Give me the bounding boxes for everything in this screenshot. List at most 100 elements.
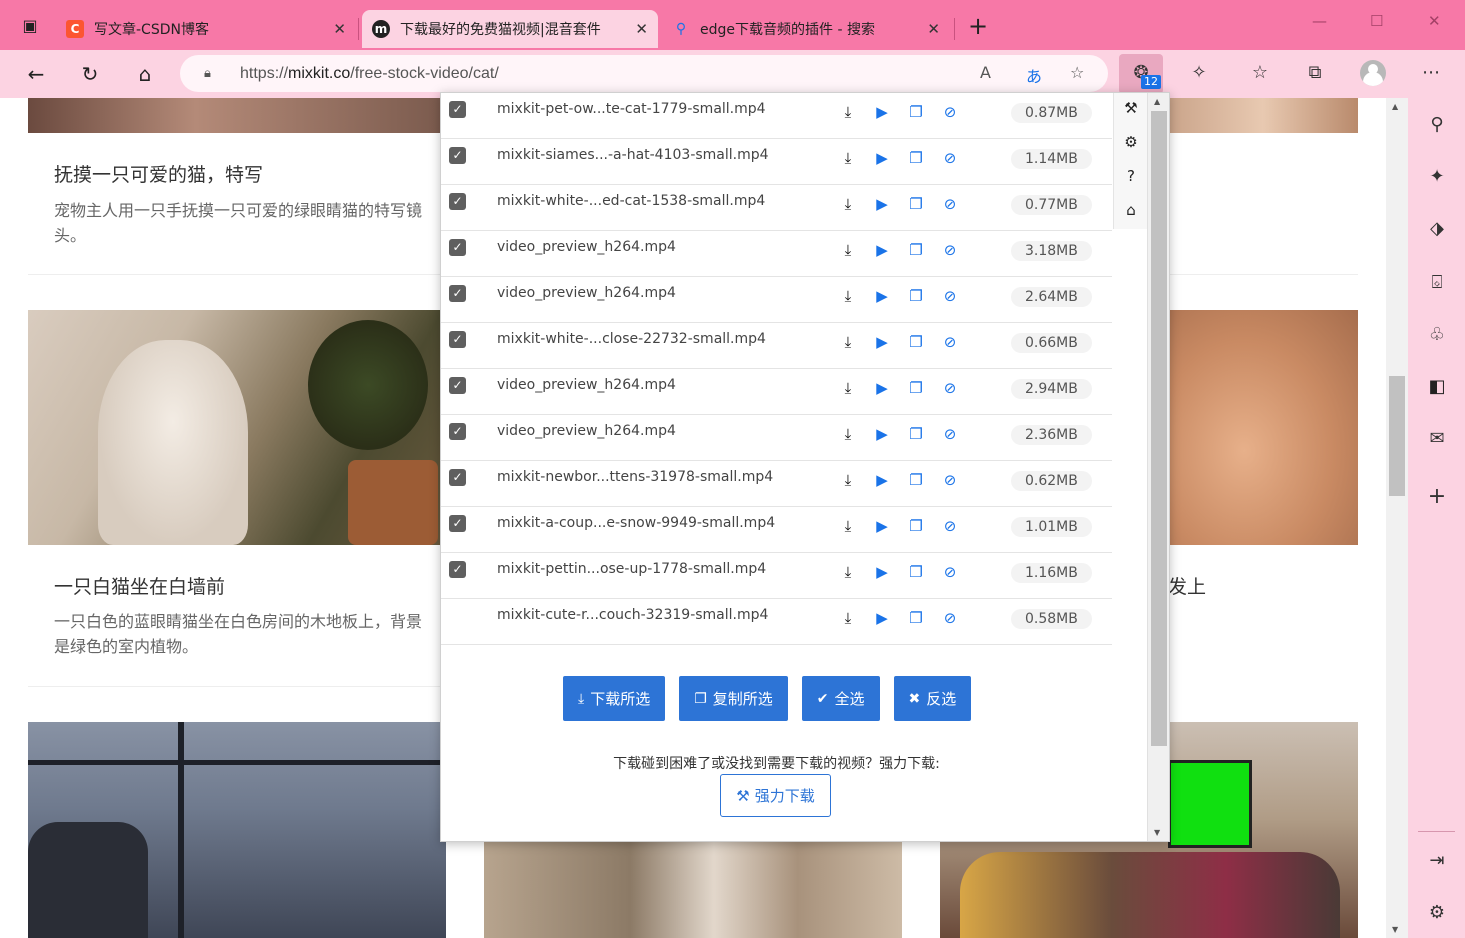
page-scrollbar[interactable]: ▲ ▼: [1386, 98, 1408, 938]
block-icon[interactable]: ⊘: [941, 103, 959, 121]
play-icon[interactable]: ▶: [873, 241, 891, 259]
favorite-add-icon[interactable]: ☆: [1070, 63, 1084, 82]
minimize-icon[interactable]: —: [1312, 12, 1327, 30]
tab-mixkit[interactable]: m 下载最好的免费猫视频|混音套件 ✕: [362, 10, 658, 48]
copy-icon[interactable]: ❐: [907, 195, 925, 213]
copy-icon[interactable]: ❐: [907, 471, 925, 489]
play-icon[interactable]: ▶: [873, 379, 891, 397]
block-icon[interactable]: ⊘: [941, 425, 959, 443]
download-icon[interactable]: ⤓: [839, 471, 857, 489]
play-icon[interactable]: ▶: [873, 195, 891, 213]
play-icon[interactable]: ▶: [873, 149, 891, 167]
close-tab-icon[interactable]: ✕: [333, 20, 346, 38]
select-all-button[interactable]: ✔ 全选: [801, 676, 880, 721]
download-icon[interactable]: ⤓: [839, 379, 857, 397]
scroll-up-icon[interactable]: ▲: [1392, 102, 1398, 111]
search-icon[interactable]: ⚲: [1425, 114, 1449, 138]
more-menu-icon[interactable]: ⋯: [1418, 62, 1444, 83]
favorites-icon[interactable]: ☆: [1247, 62, 1273, 83]
new-tab-button[interactable]: +: [964, 12, 992, 40]
help-icon[interactable]: ?: [1122, 167, 1140, 185]
hammer-icon[interactable]: ⚒: [1122, 99, 1140, 117]
games-icon[interactable]: ♧: [1425, 324, 1449, 348]
block-icon[interactable]: ⊘: [941, 563, 959, 581]
row-checkbox[interactable]: ✓: [449, 285, 466, 302]
block-icon[interactable]: ⊘: [941, 517, 959, 535]
block-icon[interactable]: ⊘: [941, 287, 959, 305]
block-icon[interactable]: ⊘: [941, 379, 959, 397]
download-selected-button[interactable]: ⤓ 下载所选: [563, 676, 666, 721]
popup-scrollbar-thumb[interactable]: [1151, 111, 1167, 746]
play-icon[interactable]: ▶: [873, 425, 891, 443]
video-thumbnail-fur-closeup[interactable]: [484, 842, 902, 938]
play-icon[interactable]: ▶: [873, 563, 891, 581]
close-window-icon[interactable]: ✕: [1428, 12, 1441, 30]
video-thumbnail[interactable]: [1168, 98, 1358, 133]
settings-gear-icon[interactable]: ⚙: [1122, 133, 1140, 151]
row-checkbox[interactable]: ✓: [449, 331, 466, 348]
back-icon[interactable]: ←: [22, 60, 50, 88]
page-scrollbar-thumb[interactable]: [1389, 376, 1405, 496]
close-tab-icon[interactable]: ✕: [635, 20, 648, 38]
row-checkbox[interactable]: [449, 607, 466, 624]
tab-bing-search[interactable]: ⚲ edge下载音频的插件 - 搜索 ✕: [668, 10, 950, 48]
extensions-icon[interactable]: ✧: [1186, 62, 1212, 83]
popup-scrollbar[interactable]: ▲ ▼: [1147, 93, 1169, 841]
address-bar[interactable]: 🔒︎ https://mixkit.co/free-stock-video/ca…: [180, 55, 1108, 92]
home-icon[interactable]: ⌂: [131, 60, 159, 88]
block-icon[interactable]: ⊘: [941, 241, 959, 259]
copy-icon[interactable]: ❐: [907, 287, 925, 305]
play-icon[interactable]: ▶: [873, 103, 891, 121]
office-icon[interactable]: ◧: [1425, 376, 1449, 400]
play-icon[interactable]: ▶: [873, 517, 891, 535]
download-icon[interactable]: ⤓: [839, 517, 857, 535]
video-thumbnail-white-cat[interactable]: [28, 310, 446, 545]
video-thumbnail-sleeping-cat[interactable]: [1168, 310, 1358, 545]
settings-gear-icon[interactable]: ⚙: [1425, 902, 1449, 926]
avatar[interactable]: [1360, 60, 1386, 86]
row-checkbox[interactable]: ✓: [449, 147, 466, 164]
add-sidebar-app-icon[interactable]: +: [1425, 484, 1449, 509]
copy-icon[interactable]: ❐: [907, 149, 925, 167]
tab-actions-icon[interactable]: ▣: [16, 12, 44, 40]
copy-icon[interactable]: ❐: [907, 517, 925, 535]
download-icon[interactable]: ⤓: [839, 195, 857, 213]
block-icon[interactable]: ⊘: [941, 149, 959, 167]
copy-icon[interactable]: ❐: [907, 563, 925, 581]
play-icon[interactable]: ▶: [873, 471, 891, 489]
read-aloud-icon[interactable]: A: [980, 63, 991, 82]
invert-selection-button[interactable]: ✖ 反选: [893, 676, 972, 721]
block-icon[interactable]: ⊘: [941, 195, 959, 213]
shopping-tag-icon[interactable]: ⬗: [1425, 218, 1449, 242]
row-checkbox[interactable]: ✓: [449, 193, 466, 210]
video-title[interactable]: 一只白猫坐在白墙前: [54, 572, 225, 599]
outlook-icon[interactable]: ✉: [1425, 428, 1449, 452]
discover-icon[interactable]: ✦: [1425, 166, 1449, 190]
copy-selected-button[interactable]: ❐ 复制所选: [679, 676, 788, 721]
row-checkbox[interactable]: ✓: [449, 561, 466, 578]
row-checkbox[interactable]: ✓: [449, 101, 466, 118]
row-checkbox[interactable]: ✓: [449, 515, 466, 532]
row-checkbox[interactable]: ✓: [449, 239, 466, 256]
play-icon[interactable]: ▶: [873, 609, 891, 627]
download-icon[interactable]: ⤓: [839, 287, 857, 305]
scroll-down-icon[interactable]: ▼: [1154, 828, 1160, 837]
download-icon[interactable]: ⤓: [839, 425, 857, 443]
maximize-icon[interactable]: ☐: [1370, 12, 1383, 30]
home-icon[interactable]: ⌂: [1122, 201, 1140, 219]
hide-sidebar-icon[interactable]: ⇥: [1425, 850, 1449, 874]
video-thumbnail[interactable]: [28, 98, 446, 133]
copy-icon[interactable]: ❐: [907, 609, 925, 627]
download-icon[interactable]: ⤓: [839, 563, 857, 581]
download-icon[interactable]: ⤓: [839, 241, 857, 259]
force-download-button[interactable]: ⚒ 强力下载: [720, 774, 831, 817]
block-icon[interactable]: ⊘: [941, 609, 959, 627]
scroll-down-icon[interactable]: ▼: [1392, 925, 1398, 934]
play-icon[interactable]: ▶: [873, 287, 891, 305]
copy-icon[interactable]: ❐: [907, 379, 925, 397]
tools-icon[interactable]: ⌺: [1425, 272, 1449, 296]
download-icon[interactable]: ⤓: [839, 333, 857, 351]
close-tab-icon[interactable]: ✕: [927, 20, 940, 38]
copy-icon[interactable]: ❐: [907, 241, 925, 259]
row-checkbox[interactable]: ✓: [449, 423, 466, 440]
